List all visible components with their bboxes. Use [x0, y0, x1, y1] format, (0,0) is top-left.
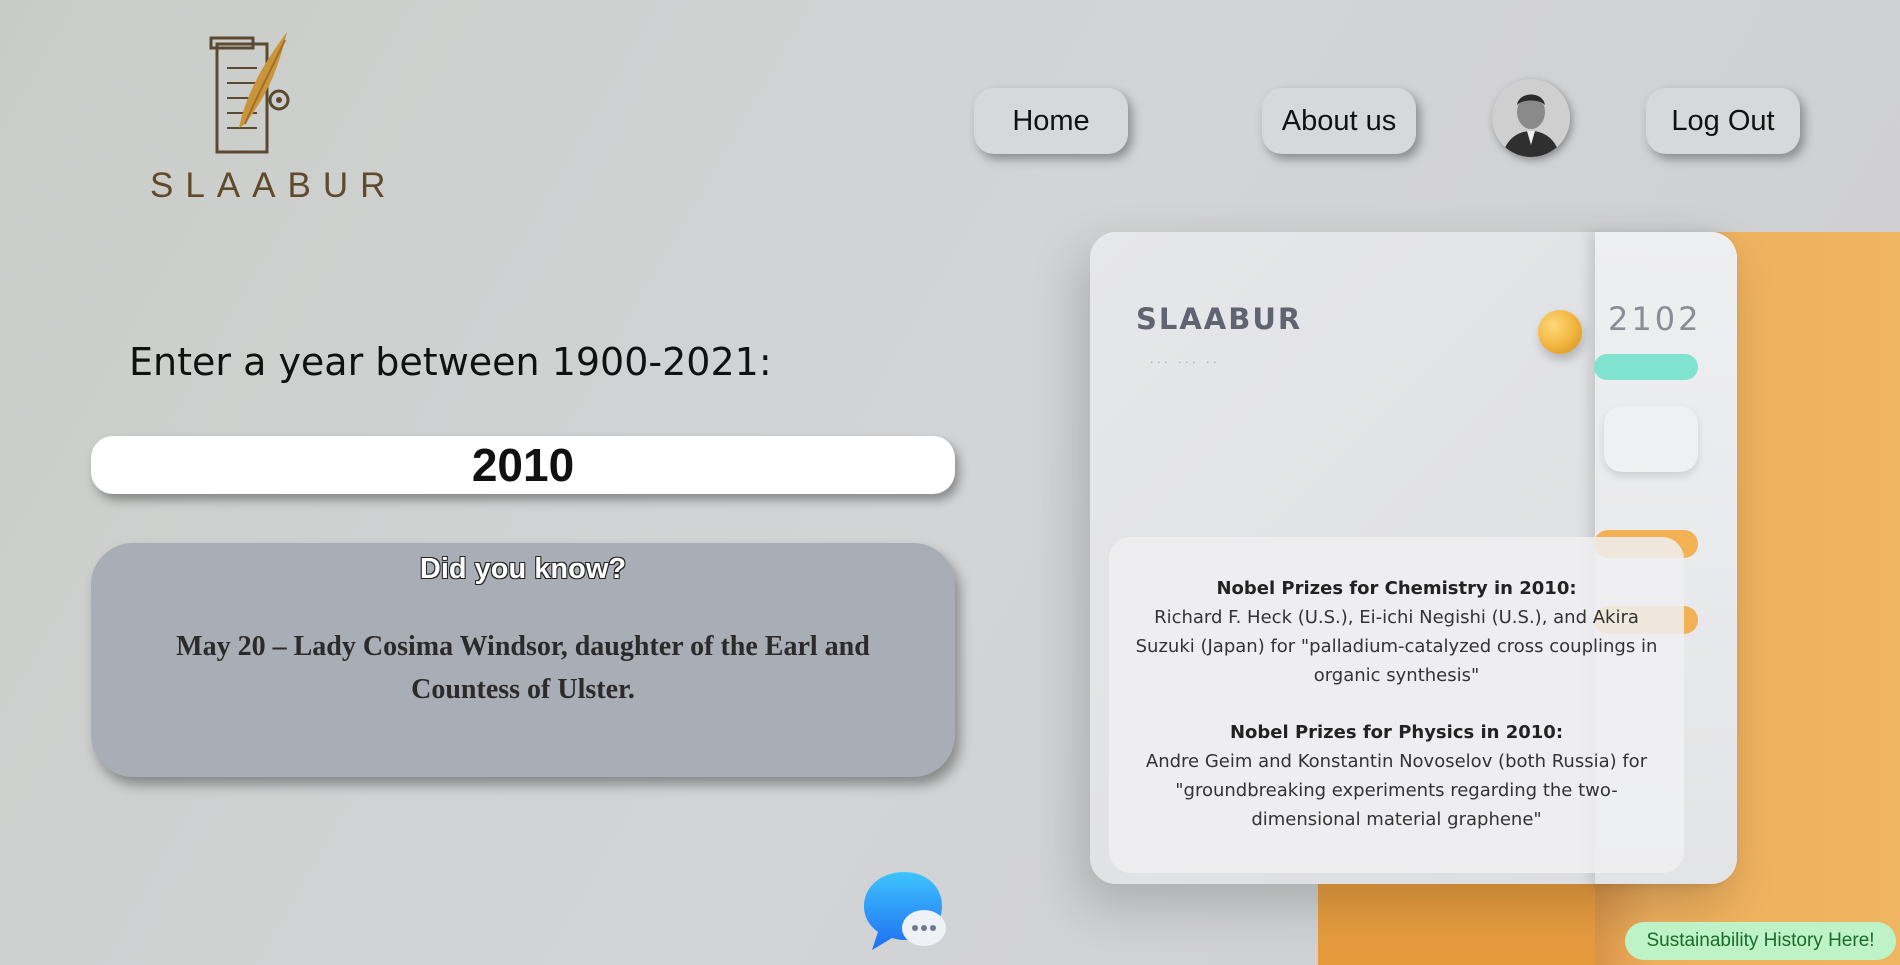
avatar[interactable] — [1492, 79, 1570, 157]
background-yellow-ball — [1538, 310, 1582, 354]
chat-bubble-icon — [864, 872, 946, 950]
log-out-button[interactable]: Log Out — [1646, 88, 1800, 154]
background-calendar-mark: · · · · · · · · — [1150, 356, 1217, 369]
about-us-button[interactable]: About us — [1262, 88, 1416, 154]
logo-text: SLAABUR — [150, 166, 398, 205]
background-teal-pill — [1594, 354, 1698, 380]
fact-title: Did you know? — [419, 553, 627, 585]
nobel-physics-text: Andre Geim and Konstantin Novoselov (bot… — [1145, 751, 1648, 830]
background-calendar-brand: SLAABUR — [1136, 302, 1303, 336]
fact-text: May 20 – Lady Cosima Windsor, daughter o… — [176, 631, 870, 705]
year-input[interactable] — [91, 436, 955, 494]
chat-button[interactable] — [862, 870, 948, 956]
home-button[interactable]: Home — [974, 88, 1128, 154]
did-you-know-card: Did you know? May 20 – Lady Cosima Winds… — [91, 543, 955, 777]
nobel-chemistry-text: Richard F. Heck (U.S.), Ei-ichi Negishi … — [1135, 607, 1658, 686]
background-mini-card — [1604, 406, 1698, 472]
sustainability-history-button[interactable]: Sustainability History Here! — [1625, 922, 1896, 960]
year-prompt: Enter a year between 1900-2021: — [129, 340, 772, 384]
nobel-physics: Nobel Prizes for Physics in 2010: Andre … — [1129, 718, 1664, 834]
nobel-chemistry: Nobel Prizes for Chemistry in 2010: Rich… — [1129, 574, 1664, 690]
quill-scroll-icon — [209, 32, 290, 154]
nobel-prizes-panel: Nobel Prizes for Chemistry in 2010: Rich… — [1109, 537, 1684, 873]
nobel-physics-heading: Nobel Prizes for Physics in 2010: — [1229, 722, 1564, 743]
nobel-chemistry-heading: Nobel Prizes for Chemistry in 2010: — [1216, 578, 1577, 599]
site-logo[interactable]: SLAABUR — [150, 28, 398, 208]
user-avatar-icon — [1492, 79, 1570, 157]
background-calendar-year: 2102 — [1608, 300, 1702, 338]
